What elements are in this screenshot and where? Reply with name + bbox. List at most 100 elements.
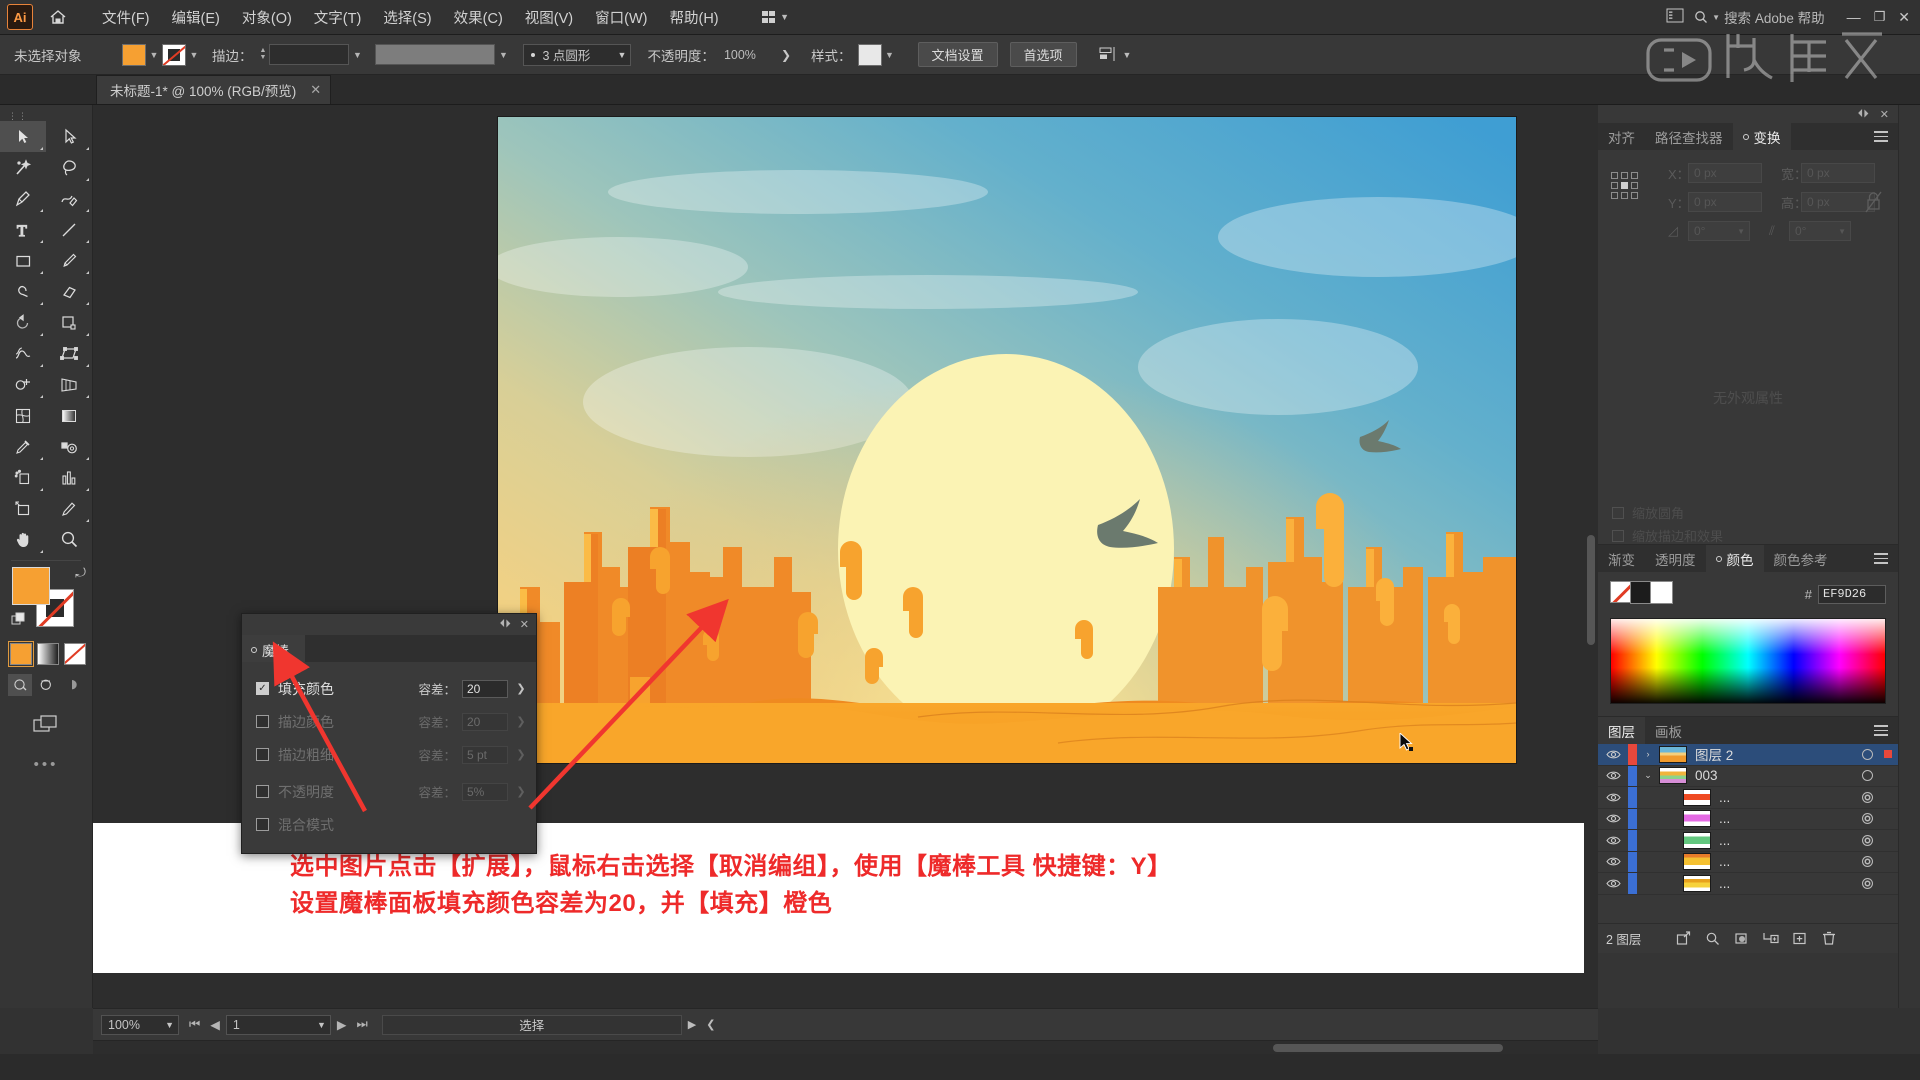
draw-behind-icon[interactable]: [34, 674, 58, 696]
scale-tool[interactable]: [46, 307, 92, 338]
status-text-field[interactable]: 选择: [381, 1014, 682, 1035]
make-clipping-mask-icon[interactable]: [1728, 931, 1755, 946]
document-tab[interactable]: 未标题-1* @ 100% (RGB/预览) ✕: [96, 75, 332, 104]
opacity-tolerance-input[interactable]: 5%: [462, 782, 508, 801]
maximize-button[interactable]: ❐: [1874, 9, 1886, 25]
perspective-grid-tool[interactable]: [46, 369, 92, 400]
graphic-style-swatch[interactable]: [857, 43, 882, 66]
y-input[interactable]: 0 px: [1688, 192, 1762, 212]
fill-tolerance-input[interactable]: 20: [462, 679, 508, 698]
panel-stroke-swatch[interactable]: [1650, 581, 1673, 604]
menu-select[interactable]: 选择(S): [372, 2, 442, 33]
target-indicator[interactable]: [1850, 813, 1884, 825]
opacity-checkbox[interactable]: [256, 785, 269, 798]
rectangle-tool[interactable]: [0, 245, 46, 276]
stroke-profile-preview[interactable]: [375, 44, 496, 65]
blend-tool[interactable]: [46, 431, 92, 462]
collapse-icon[interactable]: ⏴⏵: [500, 618, 511, 631]
mesh-tool[interactable]: [0, 400, 46, 431]
target-indicator[interactable]: [1850, 770, 1884, 782]
tab-artboards[interactable]: 画板: [1645, 717, 1692, 744]
delete-layer-icon[interactable]: [1815, 931, 1842, 946]
magic-wand-tool[interactable]: [0, 152, 46, 183]
scale-strokes-checkbox[interactable]: [1612, 529, 1624, 542]
fill-color-checkbox[interactable]: ✓: [256, 682, 269, 695]
fill-color-swatch[interactable]: [122, 43, 146, 66]
visibility-icon[interactable]: [1598, 856, 1628, 867]
eraser-tool[interactable]: [46, 276, 92, 307]
layer-name[interactable]: ...: [1719, 854, 1850, 869]
artboard-tool[interactable]: [0, 493, 46, 524]
x-input[interactable]: 0 px: [1688, 163, 1762, 183]
close-icon[interactable]: ✕: [1880, 108, 1889, 121]
curvature-tool[interactable]: [46, 183, 92, 214]
menu-window[interactable]: 窗口(W): [584, 2, 658, 33]
row-fill-color[interactable]: ✓ 填充颜色 容差： 20 ❯: [242, 672, 536, 705]
free-transform-tool[interactable]: [46, 338, 92, 369]
swap-fill-stroke-icon[interactable]: ⤾: [75, 565, 86, 581]
target-indicator[interactable]: [1850, 856, 1884, 868]
stroke-profile-dropdown-icon[interactable]: ▼: [495, 50, 511, 60]
artboard[interactable]: [498, 117, 1516, 763]
tab-layers[interactable]: 图层: [1598, 717, 1645, 744]
close-button[interactable]: ✕: [1898, 9, 1910, 26]
magic-wand-panel-titlebar[interactable]: ⏴⏵ ✕: [242, 614, 536, 635]
tab-magic-wand[interactable]: 魔棒: [242, 635, 305, 662]
layer-name[interactable]: ...: [1719, 833, 1850, 848]
weight-tolerance-input[interactable]: 5 pt: [462, 745, 508, 764]
close-icon[interactable]: ✕: [310, 82, 321, 98]
target-indicator[interactable]: [1850, 791, 1884, 803]
create-new-layer-icon[interactable]: [1786, 931, 1813, 946]
minimize-button[interactable]: —: [1847, 9, 1861, 25]
menu-object[interactable]: 对象(O): [231, 2, 303, 33]
workspace-switcher[interactable]: ▼: [756, 8, 795, 26]
table-row[interactable]: ...: [1598, 873, 1898, 895]
create-sublayer-icon[interactable]: [1757, 931, 1784, 946]
transform-panel-titlebar[interactable]: ⏴⏵ ✕: [1598, 105, 1898, 123]
stroke-weight-field[interactable]: [269, 44, 350, 65]
home-icon[interactable]: [41, 8, 75, 26]
style-dropdown-icon[interactable]: ▼: [882, 50, 898, 60]
status-collapse-icon[interactable]: ❮: [706, 1018, 715, 1031]
canvas-area[interactable]: 选中图片点击【扩展】，鼠标右击选择【取消编组】，使用【魔棒工具 快捷键：Y】 设…: [93, 105, 1598, 1008]
table-row[interactable]: ...: [1598, 787, 1898, 809]
row-stroke-weight[interactable]: 描边粗细 容差： 5 pt ❯: [242, 738, 536, 771]
column-graph-tool[interactable]: [46, 462, 92, 493]
transform-panel-menu-icon[interactable]: [1874, 123, 1898, 150]
angle-input[interactable]: 0° ▼: [1688, 221, 1750, 241]
none-swatch-button[interactable]: [64, 643, 86, 665]
menu-edit[interactable]: 编辑(E): [161, 2, 231, 33]
layers-panel-menu-icon[interactable]: [1874, 717, 1898, 744]
scale-strokes-effects-option[interactable]: 缩放描边和效果: [1612, 526, 1723, 545]
line-segment-tool[interactable]: [46, 214, 92, 245]
zoom-level-select[interactable]: 100% ▼: [101, 1014, 179, 1035]
visibility-icon[interactable]: [1598, 878, 1628, 889]
document-setup-button[interactable]: 文档设置: [917, 42, 998, 67]
selection-tool[interactable]: [0, 121, 46, 152]
visibility-icon[interactable]: [1598, 749, 1628, 760]
last-page-icon[interactable]: ⏭: [357, 1017, 368, 1032]
gradient-tool[interactable]: [46, 400, 92, 431]
magic-wand-panel[interactable]: ⏴⏵ ✕ 魔棒 ✓ 填充颜色 容差： 20 ❯ 描边颜色 容差： 20 ❯ 描边…: [241, 613, 537, 854]
stroke-color-swatch[interactable]: [162, 43, 186, 66]
table-row[interactable]: ...: [1598, 830, 1898, 852]
scale-corners-option[interactable]: 缩放圆角: [1612, 503, 1684, 522]
scale-corners-checkbox[interactable]: [1612, 506, 1624, 519]
canvas-vertical-scrollbar[interactable]: [1584, 105, 1598, 1008]
menu-effect[interactable]: 效果(C): [443, 2, 514, 33]
layer-name[interactable]: 003: [1695, 768, 1850, 783]
menu-file[interactable]: 文件(F): [91, 2, 161, 33]
reference-point-selector[interactable]: [1611, 172, 1638, 199]
rotate-tool[interactable]: [0, 307, 46, 338]
opacity-tolerance-expand-icon[interactable]: ❯: [514, 785, 528, 798]
toolbar-drag-handle[interactable]: ⋮⋮: [0, 111, 92, 121]
prev-page-icon[interactable]: ◀: [210, 1017, 220, 1032]
table-row[interactable]: › 图层 2: [1598, 744, 1898, 766]
layer-name[interactable]: ...: [1719, 876, 1850, 891]
table-row[interactable]: ⌄ 003: [1598, 765, 1898, 787]
none-color-icon[interactable]: [1610, 581, 1632, 603]
row-stroke-color[interactable]: 描边颜色 容差： 20 ❯: [242, 705, 536, 738]
stroke-tolerance-expand-icon[interactable]: ❯: [514, 715, 528, 728]
type-tool[interactable]: T: [0, 214, 46, 245]
height-input[interactable]: 0 px: [1801, 192, 1875, 212]
